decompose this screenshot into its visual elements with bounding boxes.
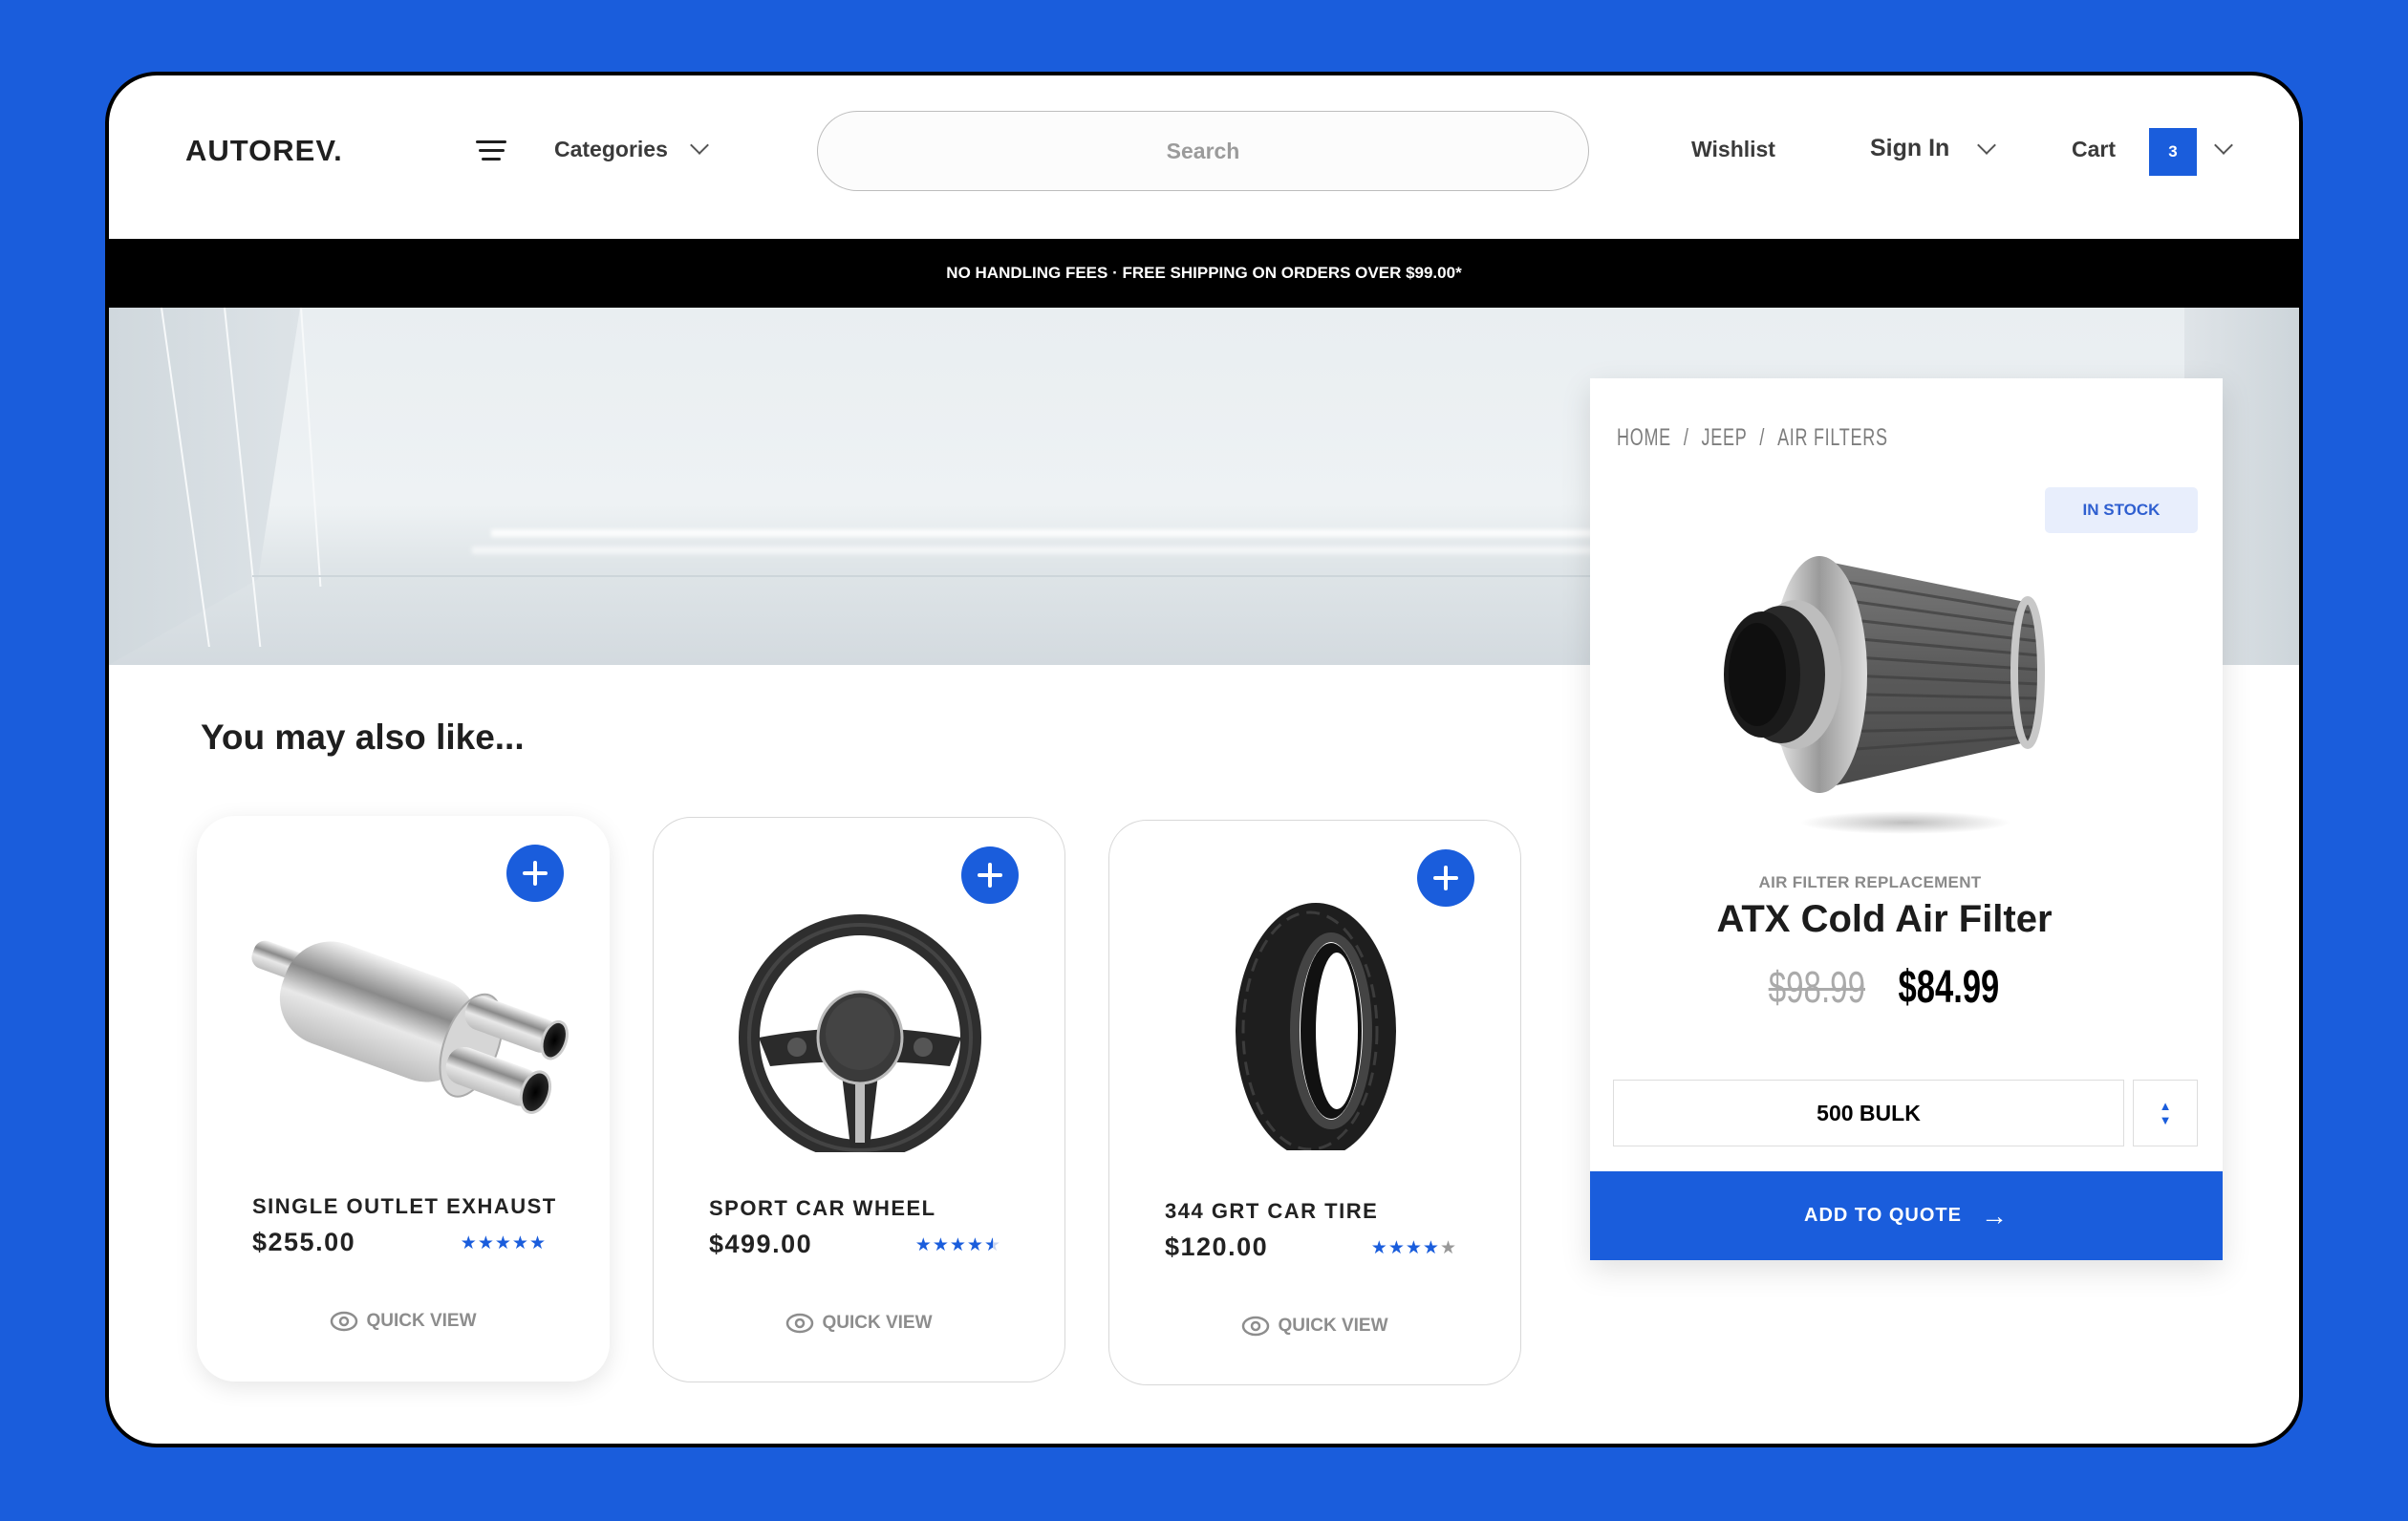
- stepper-down-icon[interactable]: ▼: [2160, 1114, 2172, 1126]
- star-icon: ★: [1387, 1238, 1406, 1258]
- product-name: SPORT CAR WHEEL: [709, 1196, 936, 1220]
- sign-in-dropdown[interactable]: Sign In: [1870, 135, 1949, 162]
- categories-label: Categories: [554, 137, 668, 161]
- quick-view-button[interactable]: QUICK VIEW: [1109, 1316, 1520, 1337]
- product-price: $120.00: [1165, 1232, 1269, 1261]
- menu-icon[interactable]: [476, 139, 506, 163]
- quick-view-label: QUICK VIEW: [366, 1311, 477, 1331]
- quick-view-label: QUICK VIEW: [1278, 1316, 1388, 1336]
- star-icon: ★: [477, 1233, 495, 1253]
- logo[interactable]: AUTOREV.: [185, 134, 343, 168]
- quantity-stepper[interactable]: ▲ ▼: [2133, 1080, 2198, 1146]
- product-category: AIR FILTER REPLACEMENT: [1758, 873, 1982, 891]
- breadcrumb-separator: /: [1759, 424, 1766, 451]
- product-detail-panel: HOME / JEEP / AIR FILTERS IN STOCK AIR F…: [1590, 378, 2223, 1260]
- eye-icon: [1242, 1316, 1270, 1337]
- wishlist-link[interactable]: Wishlist: [1691, 137, 1775, 162]
- product-name: SINGLE OUTLET EXHAUST: [252, 1194, 557, 1218]
- star-icon: ★: [494, 1233, 512, 1253]
- arrow-right-icon: →: [1980, 1200, 2009, 1231]
- cart-count-badge[interactable]: 3: [2149, 128, 2197, 176]
- cart-link[interactable]: Cart: [2072, 137, 2116, 162]
- breadcrumb-home[interactable]: HOME: [1617, 424, 1671, 451]
- quick-view-button[interactable]: QUICK VIEW: [654, 1313, 1064, 1334]
- add-to-quote-label: ADD TO QUOTE: [1804, 1205, 1962, 1226]
- star-icon: ★: [528, 1233, 547, 1253]
- air-filter-image: [1724, 556, 2045, 834]
- original-price: $98.99: [1768, 962, 1866, 1012]
- chevron-down-icon[interactable]: [1977, 136, 1996, 155]
- eye-icon: [331, 1311, 358, 1332]
- star-icon: ★: [914, 1235, 933, 1255]
- stepper-up-icon[interactable]: ▲: [2160, 1100, 2172, 1112]
- rating-stars: ★★★★★: [1371, 1237, 1457, 1259]
- product-card[interactable]: SPORT CAR WHEEL $499.00 ★★★★★ QUICK VIEW: [653, 817, 1065, 1382]
- star-icon: ★: [983, 1235, 1001, 1255]
- promo-banner: NO HANDLING FEES · FREE SHIPPING ON ORDE…: [109, 239, 2299, 308]
- sale-price: $84.99: [1898, 962, 2000, 1013]
- exhaust-muffler-image: [251, 940, 569, 1114]
- price-block: $98.99 $84.99: [1590, 961, 2179, 1014]
- product-price: $499.00: [709, 1230, 813, 1258]
- search-input[interactable]: [817, 111, 1589, 191]
- star-icon: ★: [1422, 1238, 1440, 1258]
- star-icon: ★: [1370, 1238, 1388, 1258]
- breadcrumb: HOME / JEEP / AIR FILTERS: [1617, 424, 1888, 452]
- product-card[interactable]: 344 GRT CAR TIRE $120.00 ★★★★★ QUICK VIE…: [1108, 820, 1521, 1385]
- breadcrumb-jeep[interactable]: JEEP: [1702, 424, 1748, 451]
- rating-stars: ★★★★★: [461, 1232, 547, 1254]
- product-name: 344 GRT CAR TIRE: [1165, 1199, 1379, 1223]
- star-icon: ★: [1405, 1238, 1423, 1258]
- chevron-down-icon[interactable]: [690, 136, 709, 155]
- star-icon: ★: [1439, 1238, 1457, 1258]
- star-icon: ★: [966, 1235, 984, 1255]
- breadcrumb-air-filters[interactable]: AIR FILTERS: [1777, 424, 1888, 451]
- star-icon: ★: [932, 1235, 950, 1255]
- stock-status-badge: IN STOCK: [2045, 487, 2198, 533]
- rating-stars: ★★★★★: [915, 1234, 1001, 1256]
- star-icon: ★: [949, 1235, 967, 1255]
- breadcrumb-separator: /: [1683, 424, 1689, 451]
- product-price: $255.00: [252, 1228, 356, 1256]
- categories-dropdown[interactable]: Categories: [554, 137, 668, 162]
- product-card[interactable]: SINGLE OUTLET EXHAUST $255.00 ★★★★★ QUIC…: [197, 816, 610, 1382]
- quick-view-button[interactable]: QUICK VIEW: [197, 1311, 610, 1332]
- app-window: AUTOREV. Categories Wishlist Sign In Car…: [105, 72, 2303, 1447]
- quantity-field[interactable]: 500 BULK: [1613, 1080, 2124, 1146]
- star-icon: ★: [511, 1233, 529, 1253]
- add-button[interactable]: [506, 845, 564, 902]
- quick-view-label: QUICK VIEW: [822, 1313, 933, 1333]
- star-icon: ★: [460, 1233, 478, 1253]
- steering-wheel-image: [739, 914, 981, 1152]
- car-tire-image: [1236, 903, 1396, 1150]
- promo-text: NO HANDLING FEES · FREE SHIPPING ON ORDE…: [946, 264, 1462, 282]
- chevron-down-icon[interactable]: [2214, 136, 2233, 155]
- product-title: ATX Cold Air Filter: [1716, 898, 2053, 940]
- add-button[interactable]: [961, 846, 1019, 904]
- section-title: You may also like...: [201, 718, 525, 757]
- eye-icon: [786, 1313, 814, 1334]
- site-header: AUTOREV. Categories Wishlist Sign In Car…: [109, 75, 2299, 239]
- add-to-quote-button[interactable]: ADD TO QUOTE →: [1590, 1171, 2223, 1260]
